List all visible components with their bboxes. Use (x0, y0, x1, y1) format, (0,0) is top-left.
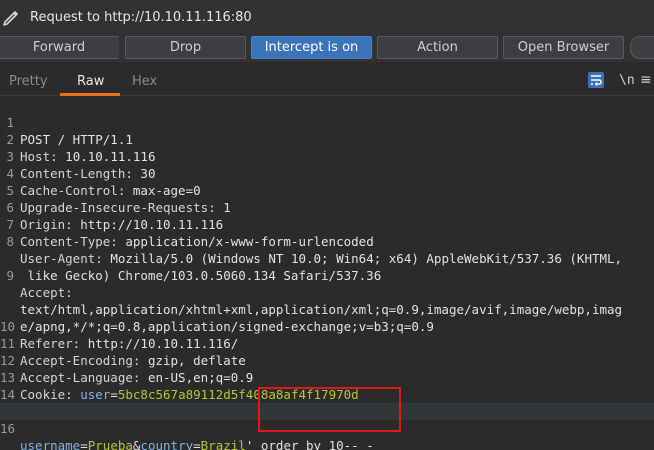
active-tab-indicator (60, 93, 120, 96)
action-button[interactable]: Action (377, 36, 498, 59)
open-browser-button[interactable]: Open Browser (503, 36, 624, 59)
header-line: 7 Content-Type: application/x-www-form-u… (0, 199, 654, 249)
header-line: 6 Origin: http://10.10.11.116 (0, 182, 654, 232)
sql-injection-payload: ' order by 10-- - (245, 438, 374, 450)
view-tabs: Pretty Raw Hex (0, 62, 654, 96)
header-line: 8 User-Agent: Mozilla/5.0 (Windows NT 10… (0, 216, 654, 266)
header-line: 3 Content-Length: 30 (0, 131, 654, 181)
param-name-username: username (20, 438, 81, 450)
line-number: 16 (0, 421, 16, 436)
header-line: 14 Connection: close (0, 369, 654, 419)
cookie-line: 13 Cookie: user=5bc8c567a89112d5f408a8af… (0, 352, 654, 402)
header-line: 4 Cache-Control: max-age=0 (0, 148, 654, 198)
tab-raw[interactable]: Raw (77, 74, 104, 89)
window-title: Request to http://10.10.11.116:80 (30, 10, 252, 25)
drop-button[interactable]: Drop (125, 36, 246, 59)
pencil-icon (3, 11, 18, 26)
toolbar-overflow-button[interactable] (630, 36, 654, 59)
param-value-username: Prueba (87, 438, 133, 450)
title-bar: Request to http://10.10.11.116:80 (0, 0, 654, 35)
param-name-country: country (140, 438, 194, 450)
header-line: 5 Upgrade-Insecure-Requests: 1 (0, 165, 654, 215)
newline-toggle-icon[interactable]: \n (619, 73, 635, 88)
header-line: 2 Host: 10.10.11.116 (0, 114, 654, 164)
header-line: 9 Accept: (0, 250, 654, 300)
header-line: 11 Accept-Encoding: gzip, deflate (0, 318, 654, 368)
param-equals: = (80, 438, 88, 450)
header-continuation-line: like Gecko) Chrome/103.0.5060.134 Safari… (0, 233, 654, 283)
header-line: 10 Referer: http://10.10.11.116/ (0, 301, 654, 351)
intercept-toggle-button[interactable]: Intercept is on (251, 36, 372, 59)
request-line: 1 POST / HTTP/1.1 (0, 97, 654, 147)
forward-button[interactable]: Forward (0, 36, 119, 59)
menu-icon[interactable]: ≡ (640, 72, 652, 88)
intercept-toolbar: Forward Drop Intercept is on Action Open… (0, 35, 654, 62)
param-value-country: Brazil (200, 438, 246, 450)
tab-pretty[interactable]: Pretty (9, 74, 48, 89)
word-wrap-icon[interactable] (588, 72, 604, 88)
header-continuation-line: text/html,application/xhtml+xml,applicat… (0, 267, 654, 317)
tab-hex[interactable]: Hex (132, 74, 157, 89)
highlight-annotation-box (258, 387, 401, 432)
header-continuation-line: e/apng,*/*;q=0.8,application/signed-exch… (0, 284, 654, 334)
header-line: 12 Accept-Language: en-US,en;q=0.9 (0, 335, 654, 385)
param-equals: = (193, 438, 201, 450)
